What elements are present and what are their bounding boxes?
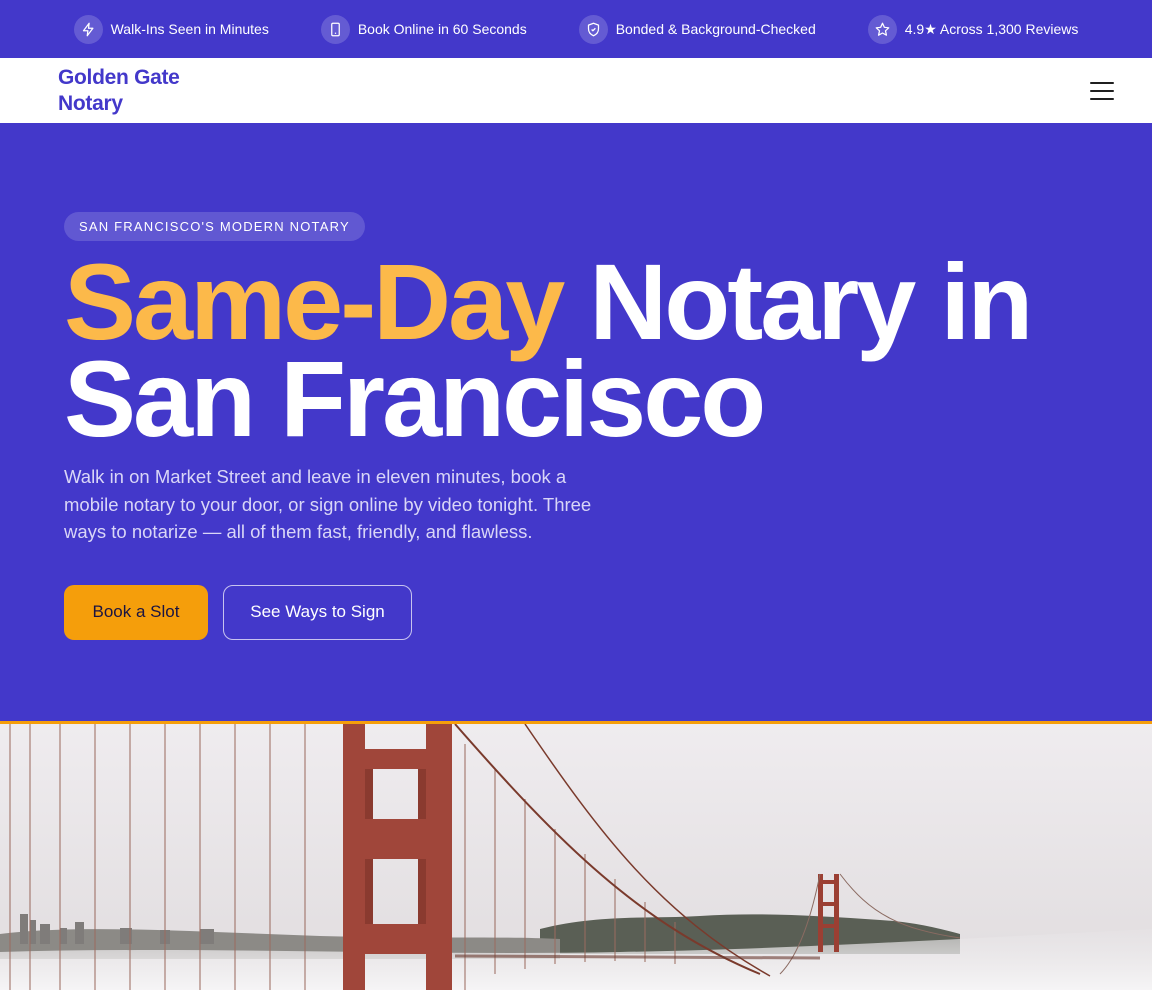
shield-check-icon	[578, 14, 608, 44]
star-icon	[867, 14, 897, 44]
hero-badge: SAN FRANCISCO'S MODERN NOTARY	[64, 212, 365, 241]
hero-subcopy: Walk in on Market Street and leave in el…	[64, 466, 592, 542]
trust-item-label: 4.9★ Across 1,300 Reviews	[904, 20, 1079, 37]
trust-item-label: Book Online in 60 Seconds	[357, 21, 527, 37]
site-logo[interactable]: Golden Gate Notary	[58, 65, 198, 117]
phone-icon	[320, 14, 350, 44]
hero-headline: Same-Day Notary in San Francisco	[64, 248, 1088, 453]
trust-item-label: Bonded & Background-Checked	[615, 21, 816, 37]
golden-gate-bridge-photo	[0, 721, 1152, 990]
hamburger-menu-icon[interactable]	[1090, 81, 1114, 100]
site-header: Golden Gate Notary	[0, 58, 1152, 123]
hero-actions: Book a Slot See Ways to Sign	[64, 584, 1088, 640]
trust-item-walkins: Walk-Ins Seen in Minutes	[73, 14, 269, 44]
hero-section: SAN FRANCISCO'S MODERN NOTARY Same-Day N…	[0, 123, 1152, 721]
logo-line-1: Golden Gate	[58, 65, 180, 89]
trust-bar: Walk-Ins Seen in Minutes Book Online in …	[0, 0, 1152, 58]
trust-item-reviews: 4.9★ Across 1,300 Reviews	[867, 14, 1079, 44]
lightning-icon	[73, 14, 103, 44]
trust-item-booking: Book Online in 60 Seconds	[320, 14, 527, 44]
book-slot-button[interactable]: Book a Slot	[64, 584, 208, 640]
trust-item-bonded: Bonded & Background-Checked	[578, 14, 816, 44]
trust-item-label: Walk-Ins Seen in Minutes	[110, 21, 269, 37]
see-ways-button[interactable]: See Ways to Sign	[223, 584, 412, 640]
logo-line-2: Notary	[58, 91, 123, 115]
